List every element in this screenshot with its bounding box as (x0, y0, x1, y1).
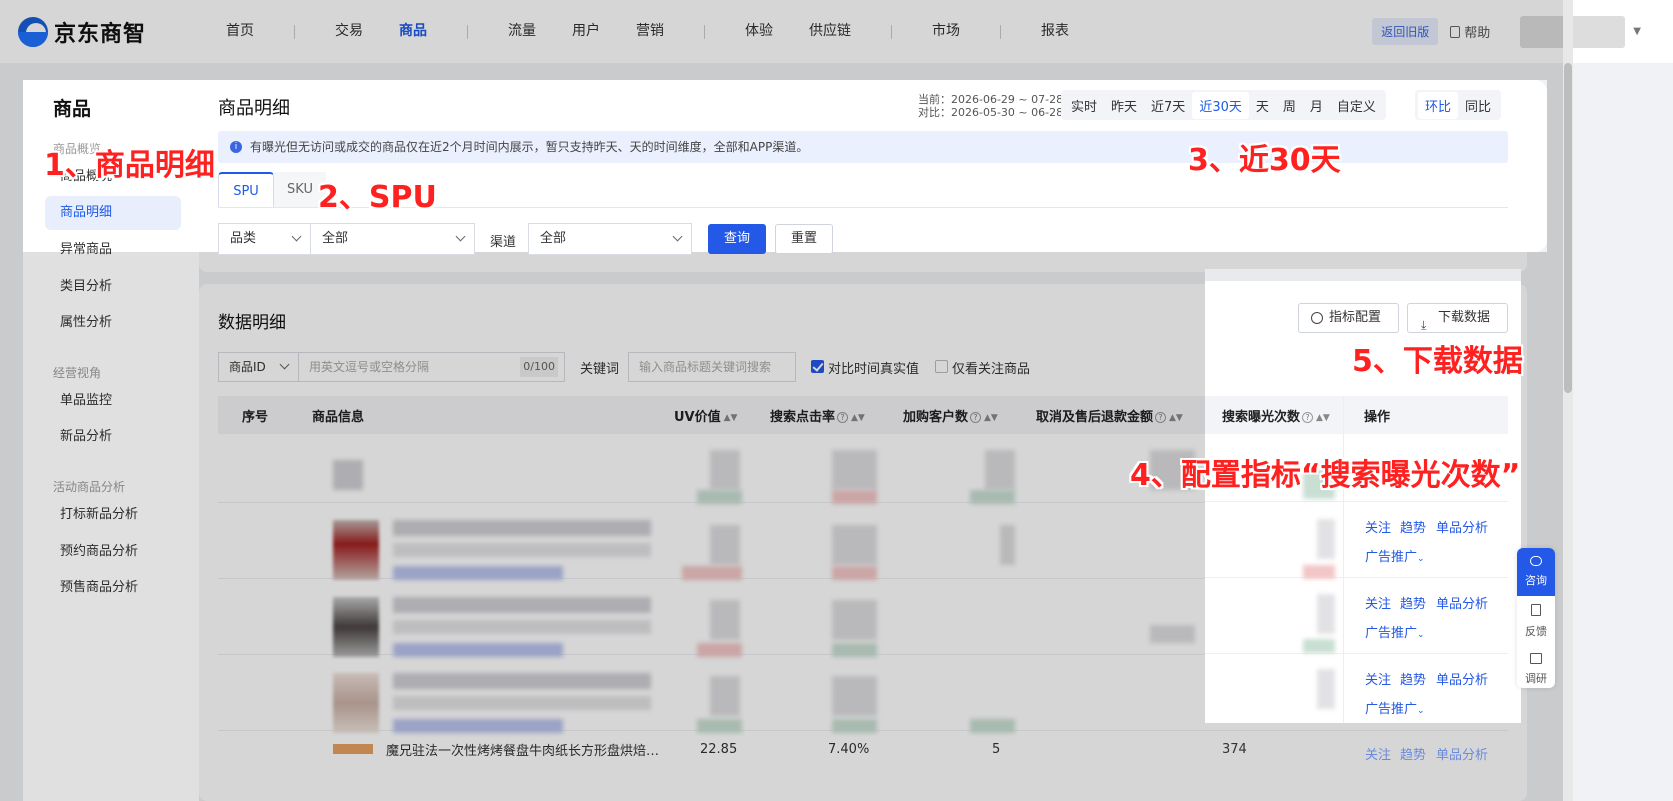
date-range: 当前：2026-06-29 ~ 07-28 对比：2026-05-30 ~ 06… (918, 93, 1063, 119)
notice-text: 有曝光但无访问或成交的商品仅在近2个月时间内展示，暂只支持昨天、天的时间维度，全… (250, 140, 809, 154)
time-tab-30days[interactable]: 近30天 (1192, 91, 1249, 119)
trend-link[interactable]: 趋势 (1400, 744, 1426, 763)
chevron-down-icon[interactable]: ▼ (1633, 26, 1641, 37)
panel-top-strip (1205, 269, 1521, 281)
category-value: 全部 (322, 231, 349, 246)
annotation-2: 2、SPU (318, 180, 437, 215)
channel-label: 渠道 (490, 235, 517, 250)
query-button[interactable]: 查询 (708, 224, 766, 254)
ad-promotion-dropdown[interactable]: 广告推广⌄ (1365, 698, 1425, 717)
time-tab-realtime[interactable]: 实时 (1064, 92, 1104, 119)
feedback-icon (1531, 604, 1541, 616)
gift-icon (1530, 653, 1542, 664)
column-divider (1343, 396, 1344, 723)
compare-tab-yoy[interactable]: 同比 (1458, 92, 1498, 119)
single-analysis-link[interactable]: 单品分析 (1436, 593, 1488, 612)
col-actions: 操作 (1364, 410, 1391, 425)
annotation-4: 4、配置指标“搜索曝光次数” (1130, 458, 1521, 493)
time-tab-custom[interactable]: 自定义 (1330, 92, 1383, 119)
download-button[interactable]: ⤓ 下载数据 (1407, 303, 1508, 333)
info-icon: i (230, 141, 242, 153)
follow-link[interactable]: 关注 (1365, 517, 1391, 536)
compare-range: 对比：2026-05-30 ~ 06-28 (918, 106, 1064, 119)
exposure-cell: 374 (1222, 742, 1247, 757)
table-row-divider (1205, 577, 1508, 578)
chevron-down-icon (455, 231, 466, 242)
blurred-value (1317, 519, 1335, 559)
metric-config-label: 指标配置 (1329, 310, 1382, 325)
blurred-trend (1303, 565, 1335, 579)
reset-button[interactable]: 重置 (775, 224, 833, 254)
category-value-select[interactable]: 全部 (310, 223, 475, 255)
chevron-down-icon: ⌄ (1417, 706, 1425, 716)
single-analysis-link[interactable]: 单品分析 (1436, 669, 1488, 688)
compare-tabs: 环比 同比 (1415, 90, 1502, 120)
col-search-exposure[interactable]: 搜索曝光次数? ▲▼ (1222, 406, 1330, 425)
single-analysis-link[interactable]: 单品分析 (1436, 517, 1488, 536)
compare-tab-mom[interactable]: 环比 (1418, 91, 1459, 119)
ad-promotion-label: 广告推广 (1365, 702, 1418, 717)
sort-icon[interactable]: ▲▼ (1316, 413, 1330, 423)
sidebar-item-detail[interactable]: 商品明细 (45, 196, 181, 230)
annotation-5: 5、下载数据 (1352, 344, 1523, 379)
category-select[interactable]: 品类 (218, 223, 311, 255)
time-tab-7days[interactable]: 近7天 (1144, 92, 1192, 119)
time-range-tabs: 实时 昨天 近7天 近30天 天 周 月 自定义 (1061, 90, 1386, 120)
trend-link[interactable]: 趋势 (1400, 593, 1426, 612)
table-row-divider (1205, 653, 1508, 654)
floating-help-panel: 咨询 反馈 调研 (1517, 548, 1555, 688)
dim-overlay-sidebar (0, 80, 23, 801)
dim-overlay-right (1547, 80, 1563, 252)
blurred-value (1317, 594, 1335, 634)
follow-link[interactable]: 关注 (1365, 744, 1391, 763)
dim-overlay-top (0, 0, 1563, 80)
ad-promotion-label: 广告推广 (1365, 550, 1418, 565)
tab-spu[interactable]: SPU (218, 172, 274, 208)
channel-value: 全部 (540, 231, 567, 246)
metric-config-button[interactable]: 指标配置 (1298, 303, 1399, 333)
survey-button[interactable]: 调研 (1517, 670, 1555, 686)
dim-overlay-right-strip (1521, 284, 1563, 801)
download-label: 下载数据 (1438, 310, 1491, 325)
follow-link[interactable]: 关注 (1365, 593, 1391, 612)
ad-promotion-dropdown[interactable]: 广告推广⌄ (1365, 546, 1425, 565)
scrollbar-thumb[interactable] (1564, 63, 1572, 393)
trend-link[interactable]: 趋势 (1400, 517, 1426, 536)
follow-link[interactable]: 关注 (1365, 669, 1391, 688)
feedback-button[interactable]: 反馈 (1517, 623, 1555, 639)
col-search-exposure-label: 搜索曝光次数 (1222, 410, 1301, 425)
chevron-down-icon: ⌄ (1417, 630, 1425, 640)
ad-promotion-label: 广告推广 (1365, 626, 1418, 641)
annotation-1: 1、商品明细 (44, 148, 215, 183)
dim-overlay-main (199, 284, 1205, 801)
consult-label: 咨询 (1525, 574, 1547, 587)
settings-icon (1311, 312, 1323, 324)
time-tab-week[interactable]: 周 (1276, 92, 1303, 119)
chat-icon (1530, 556, 1542, 566)
channel-select[interactable]: 全部 (528, 223, 692, 255)
chevron-down-icon (672, 231, 683, 242)
current-range: 当前：2026-06-29 ~ 07-28 (918, 93, 1064, 106)
sidebar-title: 商品 (53, 98, 92, 120)
download-icon: ⤓ (1421, 318, 1427, 332)
question-icon[interactable]: ? (1302, 412, 1314, 423)
chevron-down-icon (291, 231, 302, 242)
chevron-down-icon: ⌄ (1417, 554, 1425, 564)
time-tab-yesterday[interactable]: 昨天 (1104, 92, 1144, 119)
annotation-3: 3、近30天 (1188, 143, 1341, 178)
single-analysis-link[interactable]: 单品分析 (1436, 744, 1488, 763)
dim-overlay-sidebar-bottom (23, 252, 199, 801)
time-tab-month[interactable]: 月 (1303, 92, 1330, 119)
blurred-value (1317, 669, 1335, 709)
ad-promotion-dropdown[interactable]: 广告推广⌄ (1365, 622, 1425, 641)
time-tab-day[interactable]: 天 (1249, 92, 1276, 119)
table-row-divider (1205, 501, 1508, 502)
page-title: 商品明细 (218, 98, 290, 119)
blurred-trend (1303, 639, 1335, 653)
trend-link[interactable]: 趋势 (1400, 669, 1426, 688)
category-label: 品类 (230, 231, 257, 246)
